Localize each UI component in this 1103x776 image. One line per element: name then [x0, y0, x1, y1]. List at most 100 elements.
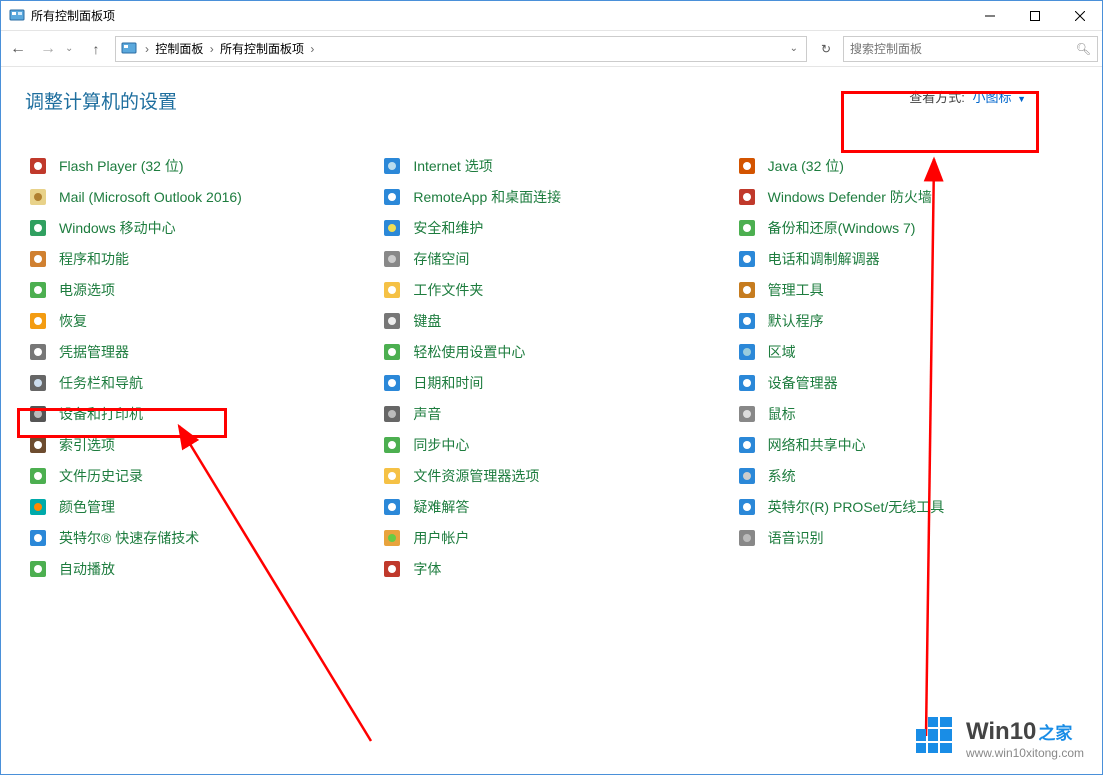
cp-item-label: 文件历史记录 — [59, 466, 143, 486]
watermark-url: www.win10xitong.com — [966, 746, 1084, 760]
cp-item-device-manager[interactable]: 设备管理器 — [734, 367, 1078, 398]
cp-item-system[interactable]: 系统 — [734, 460, 1078, 491]
cp-item-label: 轻松使用设置中心 — [413, 342, 525, 362]
cp-item-taskbar-navigation[interactable]: 任务栏和导航 — [25, 367, 369, 398]
cp-item-troubleshooting[interactable]: 疑难解答 — [379, 491, 723, 522]
cp-item-remoteapp[interactable]: RemoteApp 和桌面连接 — [379, 181, 723, 212]
cp-item-mobility-center[interactable]: Windows 移动中心 — [25, 212, 369, 243]
cp-item-region[interactable]: 区域 — [734, 336, 1078, 367]
minimize-button[interactable] — [967, 1, 1012, 31]
forward-button[interactable]: → — [35, 36, 61, 62]
internet-icon — [383, 157, 401, 175]
cp-item-label: Mail (Microsoft Outlook 2016) — [59, 189, 242, 205]
cp-item-label: Flash Player (32 位) — [59, 156, 183, 176]
cp-item-network-sharing[interactable]: 网络和共享中心 — [734, 429, 1078, 460]
cp-item-intel-proset[interactable]: 英特尔(R) PROSet/无线工具 — [734, 491, 1078, 522]
maximize-button[interactable] — [1012, 1, 1057, 31]
chevron-down-icon: ▼ — [1017, 94, 1026, 104]
cp-item-label: 设备管理器 — [768, 373, 838, 393]
chevron-right-icon: › — [210, 42, 214, 56]
cp-item-admin-tools[interactable]: 管理工具 — [734, 274, 1078, 305]
cp-item-color-management[interactable]: 颜色管理 — [25, 491, 369, 522]
cp-item-date-time[interactable]: 日期和时间 — [379, 367, 723, 398]
cp-item-label: Windows 移动中心 — [59, 218, 176, 238]
flash-icon — [29, 157, 47, 175]
cp-item-label: 索引选项 — [59, 435, 115, 455]
cp-item-devices-printers[interactable]: 设备和打印机 — [25, 398, 369, 429]
sync-icon — [383, 436, 401, 454]
cp-item-label: 同步中心 — [413, 435, 469, 455]
cp-item-storage-spaces[interactable]: 存储空间 — [379, 243, 723, 274]
cp-item-power-options[interactable]: 电源选项 — [25, 274, 369, 305]
mouse-icon — [738, 405, 756, 423]
view-selector[interactable]: 查看方式: 小图标 ▼ — [909, 87, 1026, 106]
watermark: Win10之家 www.win10xitong.com — [912, 713, 1084, 760]
cp-item-mail[interactable]: Mail (Microsoft Outlook 2016) — [25, 181, 369, 212]
cp-item-fonts[interactable]: 字体 — [379, 553, 723, 584]
refresh-button[interactable]: ↻ — [813, 36, 839, 62]
defaults-icon — [738, 312, 756, 330]
cp-item-backup-restore[interactable]: 备份和还原(Windows 7) — [734, 212, 1078, 243]
nav-bar: ← → ⌄ ↑ › 控制面板 › 所有控制面板项 › ⌄ ↻ 🔍︎ — [1, 31, 1102, 67]
cp-item-explorer-options[interactable]: 文件资源管理器选项 — [379, 460, 723, 491]
cp-item-ease-of-access[interactable]: 轻松使用设置中心 — [379, 336, 723, 367]
search-input[interactable] — [850, 42, 1076, 56]
cp-item-label: RemoteApp 和桌面连接 — [413, 187, 561, 207]
breadcrumb[interactable]: › 控制面板 › 所有控制面板项 › — [142, 40, 317, 57]
watermark-brand: Win10之家 — [966, 720, 1072, 744]
search-box[interactable]: 🔍︎ — [843, 36, 1098, 62]
breadcrumb-current[interactable]: 所有控制面板项 — [220, 42, 304, 56]
devices-icon — [29, 405, 47, 423]
cp-item-autoplay[interactable]: 自动播放 — [25, 553, 369, 584]
page-title: 调整计算机的设置 — [25, 87, 177, 114]
address-bar[interactable]: › 控制面板 › 所有控制面板项 › ⌄ — [115, 36, 807, 62]
cp-item-phone-modem[interactable]: 电话和调制解调器 — [734, 243, 1078, 274]
view-value[interactable]: 小图标 — [972, 90, 1011, 105]
cp-item-internet-options[interactable]: Internet 选项 — [379, 150, 723, 181]
keyboard-icon — [383, 312, 401, 330]
system-icon — [738, 467, 756, 485]
cp-item-label: 电源选项 — [59, 280, 115, 300]
back-button[interactable]: ← — [5, 36, 31, 62]
cp-item-default-programs[interactable]: 默认程序 — [734, 305, 1078, 336]
cp-item-label: 自动播放 — [59, 559, 115, 579]
breadcrumb-root[interactable]: 控制面板 — [155, 42, 203, 56]
color-icon — [29, 498, 47, 516]
cp-item-label: 凭据管理器 — [59, 342, 129, 362]
cp-item-sync-center[interactable]: 同步中心 — [379, 429, 723, 460]
close-button[interactable] — [1057, 1, 1102, 31]
cp-item-speech-recognition[interactable]: 语音识别 — [734, 522, 1078, 553]
cp-item-keyboard[interactable]: 键盘 — [379, 305, 723, 336]
up-button[interactable]: ↑ — [83, 36, 109, 62]
cp-item-credential-manager[interactable]: 凭据管理器 — [25, 336, 369, 367]
cp-item-label: Windows Defender 防火墙 — [768, 187, 932, 207]
cp-item-label: 设备和打印机 — [59, 404, 143, 424]
region-icon — [738, 343, 756, 361]
history-dropdown[interactable]: ⌄ — [65, 43, 79, 54]
cp-item-label: 备份和还原(Windows 7) — [768, 218, 916, 238]
cp-item-work-folders[interactable]: 工作文件夹 — [379, 274, 723, 305]
cp-item-indexing-options[interactable]: 索引选项 — [25, 429, 369, 460]
cp-item-intel-rst[interactable]: 英特尔® 快速存储技术 — [25, 522, 369, 553]
cp-item-java[interactable]: Java (32 位) — [734, 150, 1078, 181]
recovery-icon — [29, 312, 47, 330]
cp-item-mouse[interactable]: 鼠标 — [734, 398, 1078, 429]
fonts-icon — [383, 560, 401, 578]
cp-item-label: 区域 — [768, 342, 796, 362]
cp-item-label: 颜色管理 — [59, 497, 115, 517]
cp-item-security-maintenance[interactable]: 安全和维护 — [379, 212, 723, 243]
cp-item-label: Internet 选项 — [413, 156, 492, 176]
admin-icon — [738, 281, 756, 299]
cp-item-flash-player[interactable]: Flash Player (32 位) — [25, 150, 369, 181]
cp-item-defender-firewall[interactable]: Windows Defender 防火墙 — [734, 181, 1078, 212]
mail-icon — [29, 188, 47, 206]
cp-item-sound[interactable]: 声音 — [379, 398, 723, 429]
cp-item-label: 系统 — [768, 466, 796, 486]
phone-icon — [738, 250, 756, 268]
cp-item-recovery[interactable]: 恢复 — [25, 305, 369, 336]
cp-item-user-accounts[interactable]: 用户帐户 — [379, 522, 723, 553]
explorer-icon — [383, 467, 401, 485]
cp-item-programs-features[interactable]: 程序和功能 — [25, 243, 369, 274]
address-dropdown[interactable]: ⌄ — [786, 43, 802, 54]
cp-item-file-history[interactable]: 文件历史记录 — [25, 460, 369, 491]
